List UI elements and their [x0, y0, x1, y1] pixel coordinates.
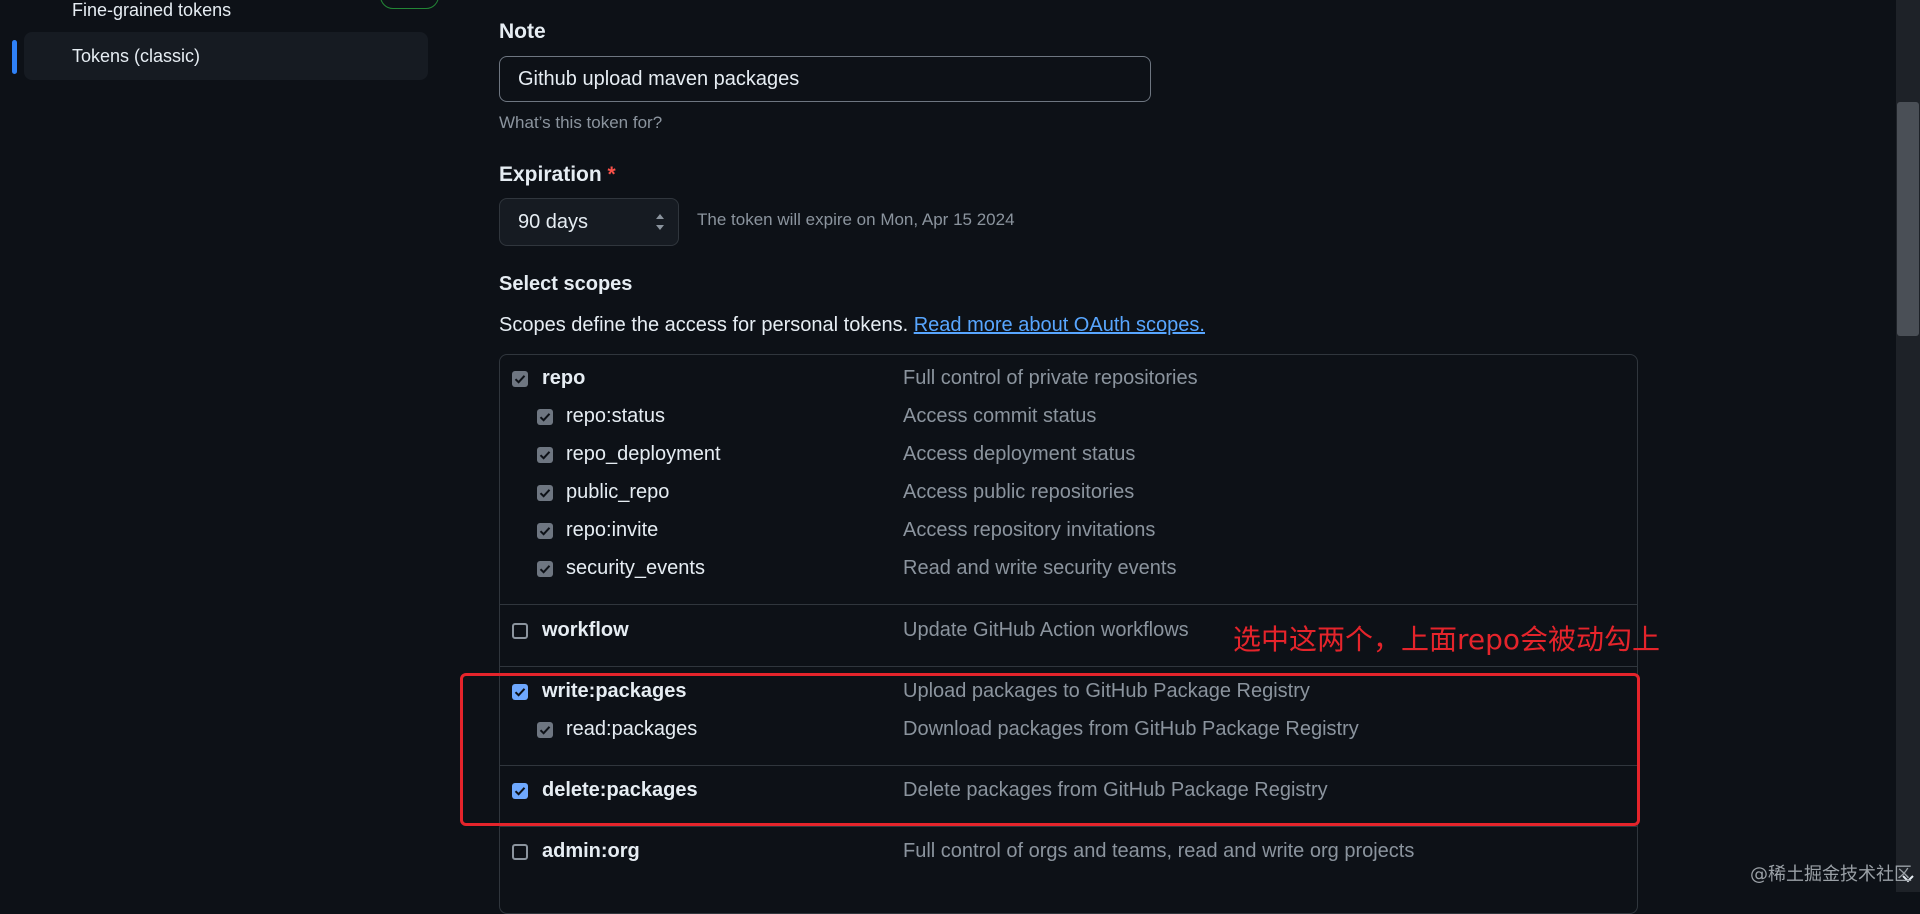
scope-description: Access deployment status: [903, 443, 1136, 465]
expiration-select[interactable]: 90 days: [499, 198, 679, 246]
scope-description: Access repository invitations: [903, 519, 1156, 541]
expiration-hint: The token will expire on Mon, Apr 15 202…: [697, 210, 1015, 229]
note-label: Note: [499, 20, 546, 43]
scope-description: Access commit status: [903, 405, 1097, 427]
scope-row: repo_deployment Access deployment status: [500, 437, 1637, 473]
scope-description: Read and write security events: [903, 557, 1177, 579]
scope-row: repo:invite Access repository invitations: [500, 513, 1637, 549]
scope-checkbox[interactable]: [512, 623, 528, 639]
scope-checkbox[interactable]: [512, 844, 528, 860]
scope-description: Full control of orgs and teams, read and…: [903, 840, 1415, 862]
scrollbar-thumb[interactable]: [1897, 102, 1919, 336]
expiration-label: Expiration *: [499, 163, 616, 187]
scope-name: workflow: [542, 619, 629, 641]
scope-name: repo:status: [566, 405, 665, 427]
sidebar-item-tokens-classic[interactable]: Tokens (classic): [24, 32, 428, 80]
expiration-label-text: Expiration: [499, 163, 602, 186]
scope-description: Update GitHub Action workflows: [903, 619, 1189, 641]
scope-name: admin:org: [542, 840, 640, 862]
select-arrows-icon: [656, 214, 664, 230]
scopes-description-text: Scopes define the access for personal to…: [499, 314, 909, 336]
note-hint: What’s this token for?: [499, 113, 663, 132]
sidebar-item-fine-grained-tokens[interactable]: Fine-grained tokens Beta: [24, 0, 439, 34]
annotation-text: 选中这两个，上面repo会被动勾上: [1233, 623, 1661, 656]
note-input[interactable]: Github upload maven packages: [499, 56, 1151, 102]
scopes-title: Select scopes: [499, 273, 633, 295]
sidebar-item-label: Tokens (classic): [72, 45, 201, 66]
scope-row: security_events Read and write security e…: [500, 551, 1637, 587]
scope-name: public_repo: [566, 481, 670, 503]
expiration-select-value: 90 days: [518, 210, 589, 233]
scope-checkbox: [537, 561, 553, 577]
note-input-value: Github upload maven packages: [518, 67, 800, 90]
scope-divider: [500, 666, 1637, 667]
scope-name: security_events: [566, 557, 705, 579]
scope-checkbox: [537, 485, 553, 501]
scope-description: Access public repositories: [903, 481, 1135, 503]
required-mark: *: [607, 163, 616, 186]
scope-checkbox: [537, 523, 553, 539]
scope-name: repo: [542, 367, 586, 389]
beta-badge: Beta: [380, 0, 439, 9]
scope-checkbox: [537, 447, 553, 463]
scope-divider: [500, 826, 1637, 827]
highlight-box: [460, 673, 1640, 826]
scope-row: repo:status Access commit status: [500, 399, 1637, 435]
scope-name: repo_deployment: [566, 443, 721, 465]
scope-name: repo:invite: [566, 519, 659, 541]
scope-checkbox: [537, 409, 553, 425]
sidebar-item-label: Fine-grained tokens: [72, 0, 232, 20]
active-indicator: [12, 40, 17, 74]
oauth-scopes-link[interactable]: Read more about OAuth scopes.: [914, 314, 1205, 336]
scope-row: admin:org Full control of orgs and teams,…: [500, 834, 1637, 870]
scope-divider: [500, 604, 1637, 605]
scope-description: Full control of private repositories: [903, 367, 1198, 389]
scope-row: public_repo Access public repositories: [500, 475, 1637, 511]
watermark: @稀土掘金技术社区: [1750, 864, 1912, 885]
scopes-description: Scopes define the access for personal to…: [499, 314, 1205, 337]
scope-checkbox: [512, 371, 528, 387]
scope-row: repo Full control of private repositories: [500, 361, 1637, 397]
